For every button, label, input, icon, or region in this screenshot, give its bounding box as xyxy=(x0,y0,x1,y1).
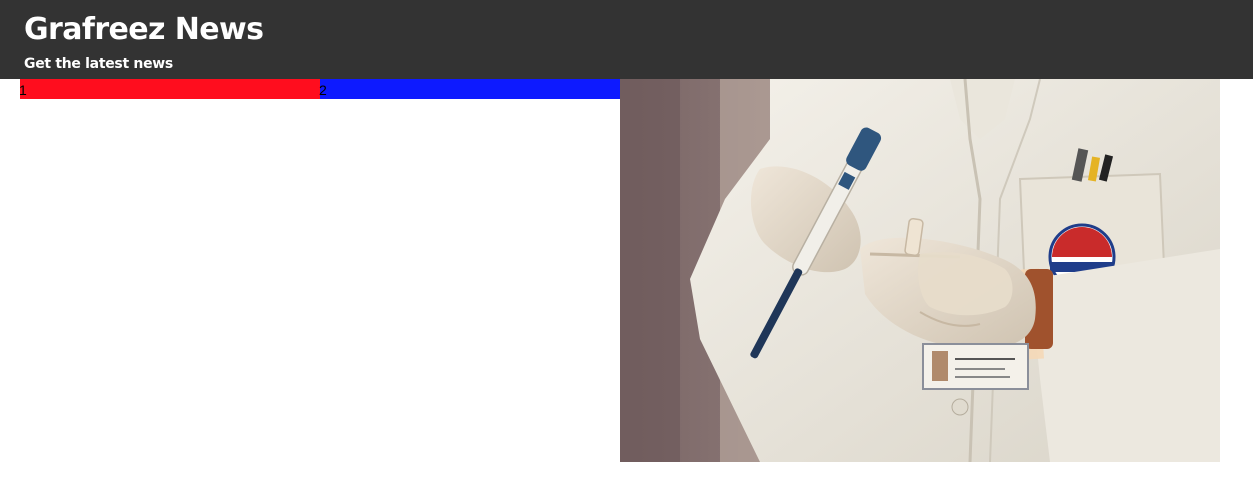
site-tagline: Get the latest news xyxy=(24,56,173,72)
featured-photo xyxy=(620,79,1220,462)
lab-coat-illustration xyxy=(620,79,1220,462)
slide-tab-1[interactable]: 1 xyxy=(19,79,320,99)
site-title[interactable]: Grafreez News xyxy=(24,10,264,50)
site-header: Grafreez News Get the latest news xyxy=(0,0,1253,79)
slide-tab-2[interactable]: 2 xyxy=(319,79,620,99)
